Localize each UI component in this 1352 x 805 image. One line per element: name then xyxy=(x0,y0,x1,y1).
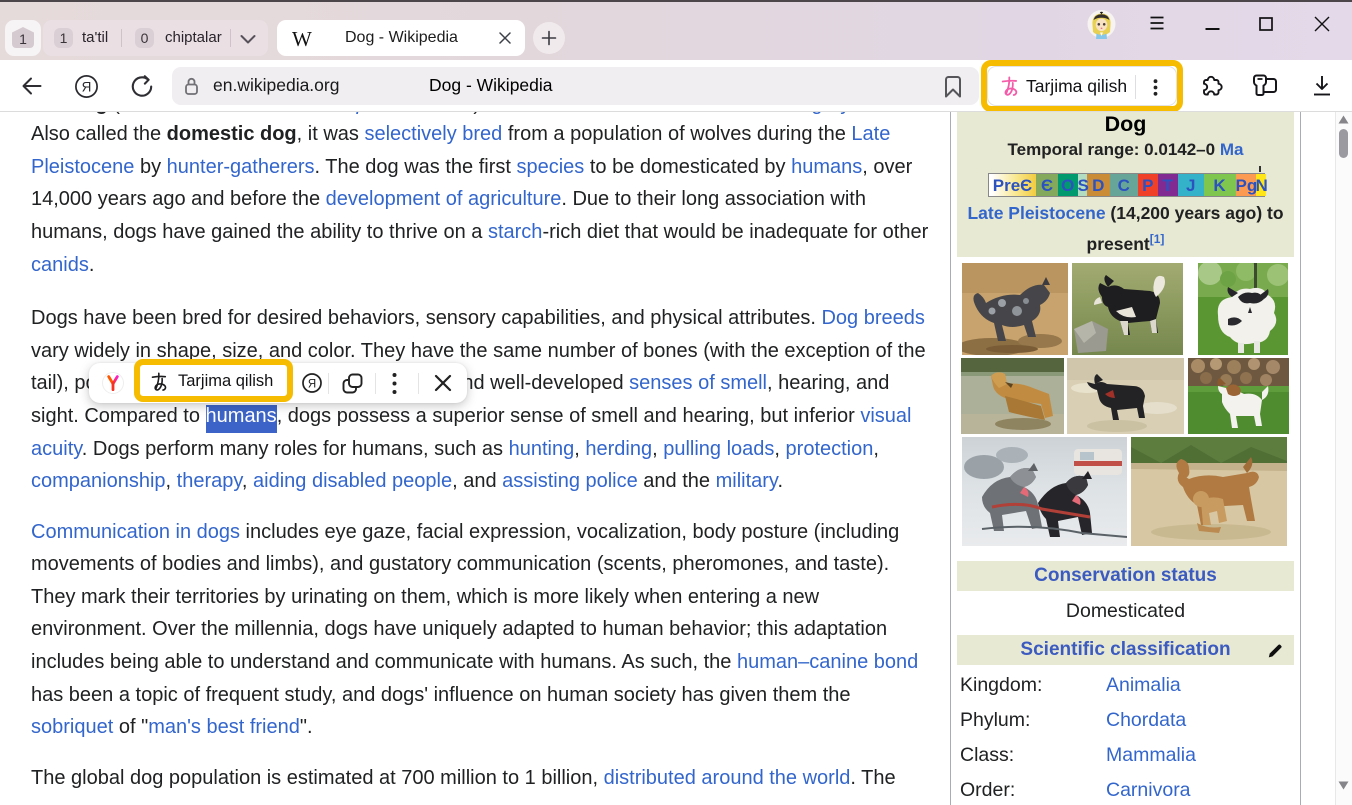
svg-text:Я: Я xyxy=(82,80,92,95)
svg-text:Я: Я xyxy=(308,378,316,390)
